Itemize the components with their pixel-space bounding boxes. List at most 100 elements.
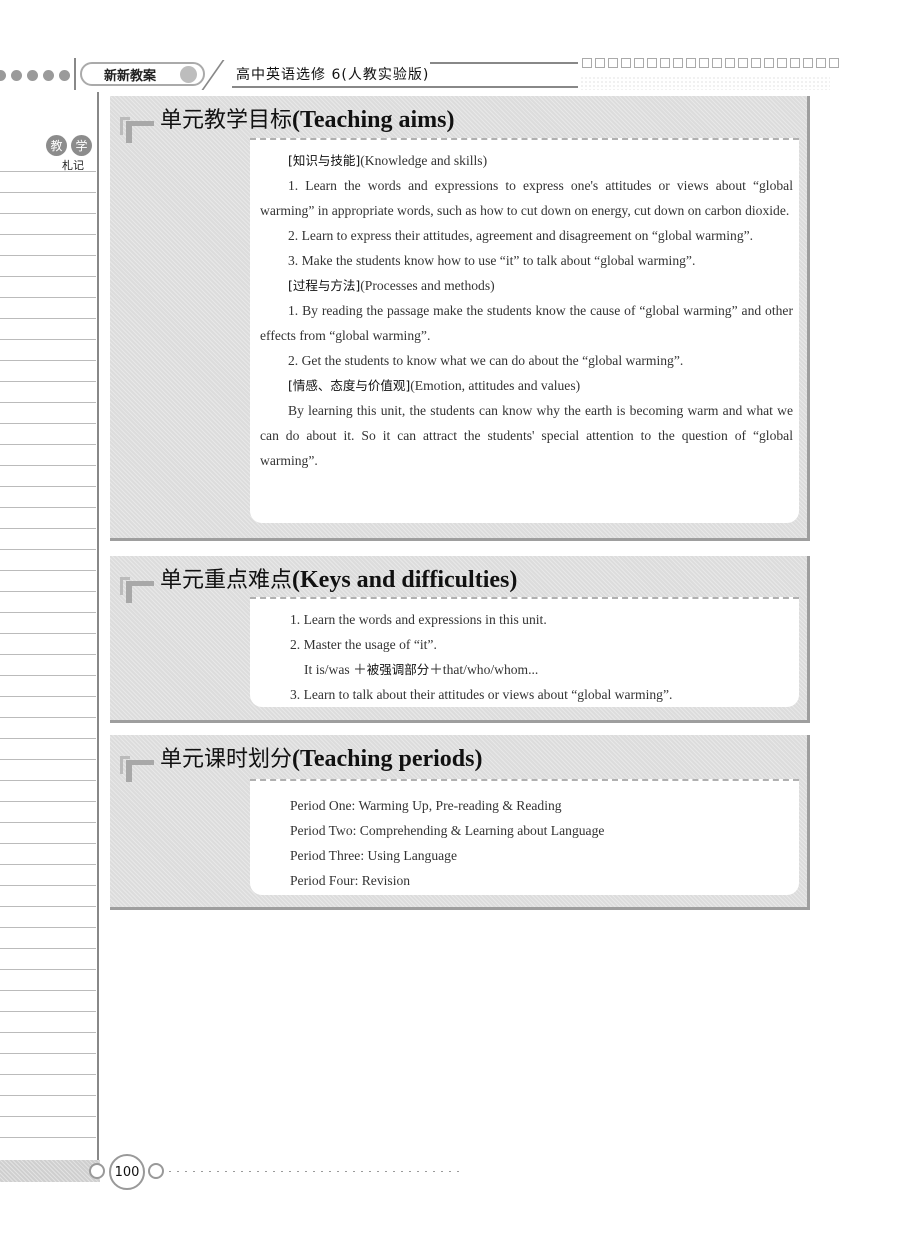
paragraph: 1. By reading the passage make the stude… [260, 303, 793, 343]
notes-ruled-line [0, 759, 96, 760]
notes-ruled-line [0, 801, 96, 802]
header-dotted-pattern [580, 76, 830, 90]
header-box-decoration [582, 58, 839, 68]
notes-ruled-line [0, 927, 96, 928]
notes-ruled-line [0, 1095, 96, 1096]
notes-ruled-line [0, 381, 96, 382]
notes-ruled-line [0, 717, 96, 718]
notes-ruled-line [0, 1011, 96, 1012]
section-title: 单元重点难点(Keys and difficulties) [160, 562, 517, 594]
header-divider [74, 58, 76, 90]
notes-ruled-line [0, 633, 96, 634]
footer-dotted-line [166, 1170, 462, 1173]
section-teaching-periods: 单元课时划分(Teaching periods) Period One: War… [110, 735, 810, 910]
subheading: [情感、态度与价值观](Emotion, attitudes and value… [288, 378, 581, 393]
notes-ruled-line [0, 885, 96, 886]
section-title: 单元课时划分(Teaching periods) [160, 741, 482, 773]
notes-ruled-line [0, 465, 96, 466]
section-bracket-icon [120, 574, 154, 604]
section-teaching-aims: 单元教学目标(Teaching aims) [知识与技能](Knowledge … [110, 96, 810, 541]
section-body: 1. Learn the words and expressions in th… [250, 597, 799, 707]
section-keys-difficulties: 单元重点难点(Keys and difficulties) 1. Learn t… [110, 556, 810, 723]
notes-ruled-line [0, 1032, 96, 1033]
notes-ruled-line [0, 570, 96, 571]
section-title-en: (Teaching aims) [292, 107, 455, 133]
notes-ruled-line [0, 444, 96, 445]
notes-ruled-line [0, 612, 96, 613]
notes-ruled-line [0, 402, 96, 403]
section-bracket-icon [120, 114, 154, 144]
notes-ruled-line [0, 486, 96, 487]
section-title: 单元教学目标(Teaching aims) [160, 102, 454, 134]
notes-ruled-line [0, 948, 96, 949]
notes-ruled-line [0, 1074, 96, 1075]
paragraph: 2. Get the students to know what we can … [288, 353, 684, 368]
notes-ruled-line [0, 780, 96, 781]
notes-ruled-line [0, 843, 96, 844]
notes-ruled-line [0, 339, 96, 340]
notes-ruled-line [0, 423, 96, 424]
section-title-en: (Keys and difficulties) [292, 567, 518, 593]
notes-ruled-line [0, 906, 96, 907]
notes-ruled-line [0, 213, 96, 214]
notes-ruled-line [0, 675, 96, 676]
paragraph: By learning this unit, the students can … [260, 403, 793, 468]
list-item-formula: It is/was ＋被强调部分＋that/who/whom... [304, 662, 539, 677]
notes-ruled-line [0, 360, 96, 361]
header-top-rule [430, 62, 578, 64]
section-body: Period One: Warming Up, Pre-reading & Re… [250, 779, 799, 895]
notes-ruled-line [0, 234, 96, 235]
footer-bar [0, 1160, 100, 1182]
margin-divider [97, 92, 99, 1162]
notes-ruled-line [0, 591, 96, 592]
period-item: Period Two: Comprehending & Learning abo… [290, 823, 605, 838]
notes-ruled-line [0, 1053, 96, 1054]
notes-ruled-line [0, 654, 96, 655]
notes-ruled-line [0, 297, 96, 298]
header-decoration-dots [0, 70, 70, 82]
notes-ruled-line [0, 276, 96, 277]
notes-ruled-line [0, 318, 96, 319]
notes-ruled-line [0, 990, 96, 991]
notes-ruled-line [0, 507, 96, 508]
notes-badge-char: 教 [46, 135, 67, 156]
period-item: Period Four: Revision [290, 873, 411, 888]
section-bracket-icon [120, 753, 154, 783]
notes-ruled-line [0, 969, 96, 970]
notes-ruled-line [0, 171, 96, 172]
notes-ruled-line [0, 192, 96, 193]
header-rule [232, 86, 578, 88]
notes-ruled-line [0, 1116, 96, 1117]
book-title: 高中英语选修 6(人教实验版) [236, 67, 430, 83]
section-title-zh: 单元教学目标 [160, 108, 293, 133]
page-number: 100 [109, 1154, 145, 1190]
period-item: Period Three: Using Language [290, 848, 457, 863]
notes-badge-char: 学 [71, 135, 92, 156]
notes-ruled-line [0, 822, 96, 823]
paragraph: 1. Learn the words and expressions to ex… [260, 178, 793, 218]
section-title-zh: 单元课时划分 [160, 747, 293, 772]
notes-badge: 教 学 [46, 135, 92, 156]
notes-ruled-line [0, 738, 96, 739]
paragraph: 3. Make the students know how to use “it… [288, 253, 696, 268]
notes-ruled-line [0, 255, 96, 256]
period-item: Period One: Warming Up, Pre-reading & Re… [290, 798, 562, 813]
subheading: [知识与技能](Knowledge and skills) [288, 153, 488, 168]
subheading: [过程与方法](Processes and methods) [288, 278, 495, 293]
notes-ruled-line [0, 528, 96, 529]
list-item: 1. Learn the words and expressions in th… [290, 612, 547, 627]
footer-circle-icon [89, 1163, 105, 1179]
notes-ruled-line [0, 696, 96, 697]
circle-decoration-icon [180, 66, 197, 83]
paragraph: 2. Learn to express their attitudes, agr… [288, 228, 754, 243]
series-label: 新新教案 [80, 62, 205, 86]
list-item: 3. Learn to talk about their attitudes o… [290, 687, 673, 702]
footer-circle-icon [148, 1163, 164, 1179]
section-title-zh: 单元重点难点 [160, 568, 293, 593]
series-name: 新新教案 [104, 68, 157, 84]
section-body: [知识与技能](Knowledge and skills) 1. Learn t… [250, 138, 799, 523]
notes-ruled-line [0, 549, 96, 550]
notes-ruled-line [0, 864, 96, 865]
notes-ruled-line [0, 1137, 96, 1138]
section-title-en: (Teaching periods) [292, 746, 483, 772]
